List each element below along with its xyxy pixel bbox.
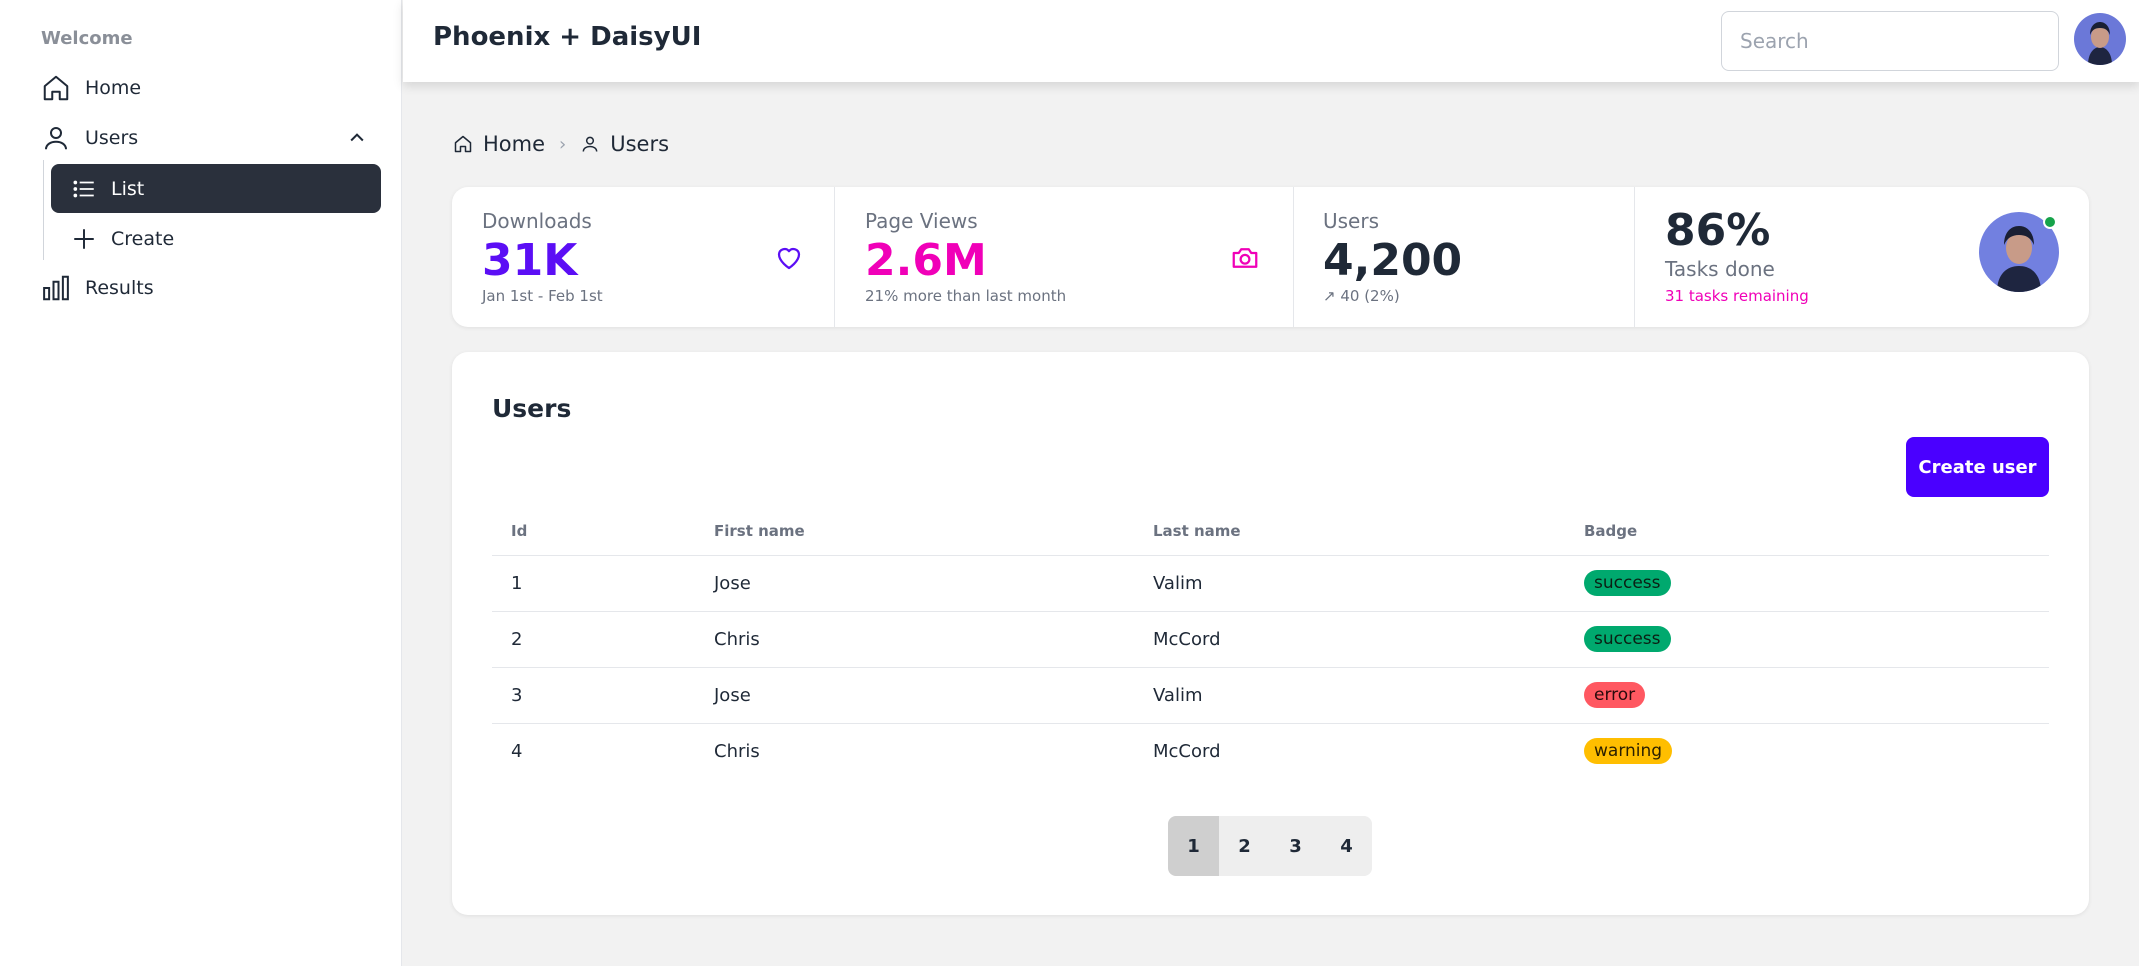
- table-row[interactable]: 1 Jose Valim success: [492, 555, 2049, 612]
- sidebar-item-label: Create: [111, 227, 175, 250]
- cell-last-name: Valim: [1134, 555, 1565, 612]
- breadcrumb-label: Users: [610, 132, 670, 156]
- table-header-row: Id First name Last name Badge: [492, 507, 2049, 556]
- cell-first-name: Chris: [695, 611, 1134, 668]
- stat-value: 86%: [1665, 205, 1771, 256]
- stat-title: Tasks done: [1665, 257, 1775, 281]
- cell-last-name: McCord: [1134, 611, 1565, 668]
- column-header[interactable]: First name: [695, 507, 1134, 556]
- stat-desc: 21% more than last month: [865, 287, 1067, 305]
- chevron-up-icon[interactable]: [347, 128, 367, 148]
- sidebar-item-users-create[interactable]: Create: [51, 214, 381, 263]
- avatar[interactable]: [2074, 13, 2126, 65]
- stat-value: 2.6M: [865, 235, 987, 286]
- cell-last-name: Valim: [1134, 667, 1565, 724]
- column-header[interactable]: Last name: [1134, 507, 1565, 556]
- status-badge: error: [1584, 682, 1646, 708]
- breadcrumb: Home › Users: [453, 132, 669, 156]
- app-root: Welcome Home Users List Create Results P…: [0, 0, 2139, 966]
- home-icon: [454, 135, 472, 153]
- sidebar: Welcome Home Users List Create Results: [0, 0, 402, 966]
- table-row[interactable]: 2 Chris McCord success: [492, 611, 2049, 668]
- breadcrumb-home[interactable]: Home: [453, 132, 545, 156]
- breadcrumb-label: Home: [483, 132, 546, 156]
- user-icon: [45, 127, 67, 150]
- cell-badge: success: [1565, 555, 2049, 612]
- stat-value: 31K: [482, 235, 578, 286]
- sidebar-section-label: Welcome: [41, 28, 133, 49]
- cell-badge: warning: [1565, 723, 2049, 779]
- stat-users: Users 4,200 ↗︎ 40 (2%): [1293, 187, 1634, 327]
- table-row[interactable]: 4 Chris McCord warning: [492, 723, 2049, 779]
- stat-title: Page Views: [865, 209, 978, 233]
- cell-badge: success: [1565, 611, 2049, 668]
- heart-icon: [777, 247, 801, 270]
- home-icon: [43, 75, 69, 101]
- column-header[interactable]: Badge: [1565, 507, 2049, 556]
- stat-value: 4,200: [1323, 235, 1463, 286]
- app-title: Phoenix + DaisyUI: [433, 22, 702, 52]
- stat-title: Users: [1323, 209, 1380, 233]
- list-icon: [73, 180, 94, 197]
- cell-first-name: Chris: [714, 740, 760, 762]
- cell-id: 4: [511, 740, 523, 762]
- table-row[interactable]: 3 Jose Valim error: [492, 667, 2049, 724]
- page-button-4[interactable]: 4: [1321, 816, 1372, 876]
- sidebar-item-label: List: [111, 177, 145, 200]
- camera-icon: [1232, 248, 1258, 268]
- cell-id: 3: [492, 667, 695, 724]
- topbar: Phoenix + DaisyUI: [403, 0, 2139, 82]
- cell-last-name: McCord: [1153, 740, 1221, 762]
- plus-icon: [74, 228, 94, 249]
- breadcrumb-users: Users: [580, 132, 669, 156]
- pagination: 1 2 3 4: [1168, 816, 1372, 876]
- user-icon: [582, 136, 598, 152]
- stat-desc: 31 tasks remaining: [1665, 287, 1809, 305]
- stat-page-views: Page Views 2.6M 21% more than last month: [834, 187, 1293, 327]
- stat-title: Downloads: [482, 209, 592, 233]
- sidebar-item-label: Users: [85, 127, 139, 149]
- page-button-2[interactable]: 2: [1219, 816, 1270, 876]
- status-badge: success: [1584, 570, 1671, 596]
- status-badge: success: [1584, 626, 1671, 652]
- stat-desc: Jan 1st - Feb 1st: [482, 287, 603, 305]
- avatar-image: [2074, 13, 2126, 65]
- cell-first-name: Jose: [695, 667, 1134, 724]
- users-card: Users Create user Id First name Last nam…: [452, 352, 2089, 915]
- sidebar-item-label: Results: [85, 277, 154, 299]
- stats-panel: Downloads 31K Jan 1st - Feb 1st Page Vie…: [452, 187, 2089, 327]
- online-status-dot: [2043, 215, 2057, 229]
- search-input[interactable]: [1721, 11, 2059, 71]
- cell-id: 2: [492, 611, 695, 668]
- column-header[interactable]: Id: [492, 507, 695, 556]
- status-badge: warning: [1584, 738, 1673, 765]
- page-button-1[interactable]: 1: [1168, 816, 1219, 876]
- cell-first-name: Jose: [695, 555, 1134, 612]
- sidebar-item-users-list[interactable]: List: [51, 164, 381, 213]
- tasks-avatar: [1979, 212, 2059, 292]
- stat-desc: ↗︎ 40 (2%): [1323, 287, 1400, 305]
- submenu-guide-line: [43, 160, 44, 260]
- users-table: Id First name Last name Badge 1 Jose Val…: [492, 507, 2049, 779]
- sidebar-item-label: Home: [85, 77, 142, 99]
- sidebar-item-users[interactable]: Users: [41, 118, 381, 158]
- page-button-3[interactable]: 3: [1270, 816, 1321, 876]
- create-user-button[interactable]: Create user: [1906, 437, 2049, 497]
- sidebar-item-home[interactable]: Home: [41, 68, 381, 108]
- bar-chart-icon: [43, 275, 69, 301]
- cell-badge: error: [1565, 667, 2049, 724]
- breadcrumb-separator-icon: ›: [559, 133, 567, 155]
- sidebar-item-results[interactable]: Results: [41, 268, 381, 308]
- cell-id: 1: [492, 555, 695, 612]
- stat-downloads: Downloads 31K Jan 1st - Feb 1st: [452, 187, 834, 327]
- card-title: Users: [492, 394, 572, 423]
